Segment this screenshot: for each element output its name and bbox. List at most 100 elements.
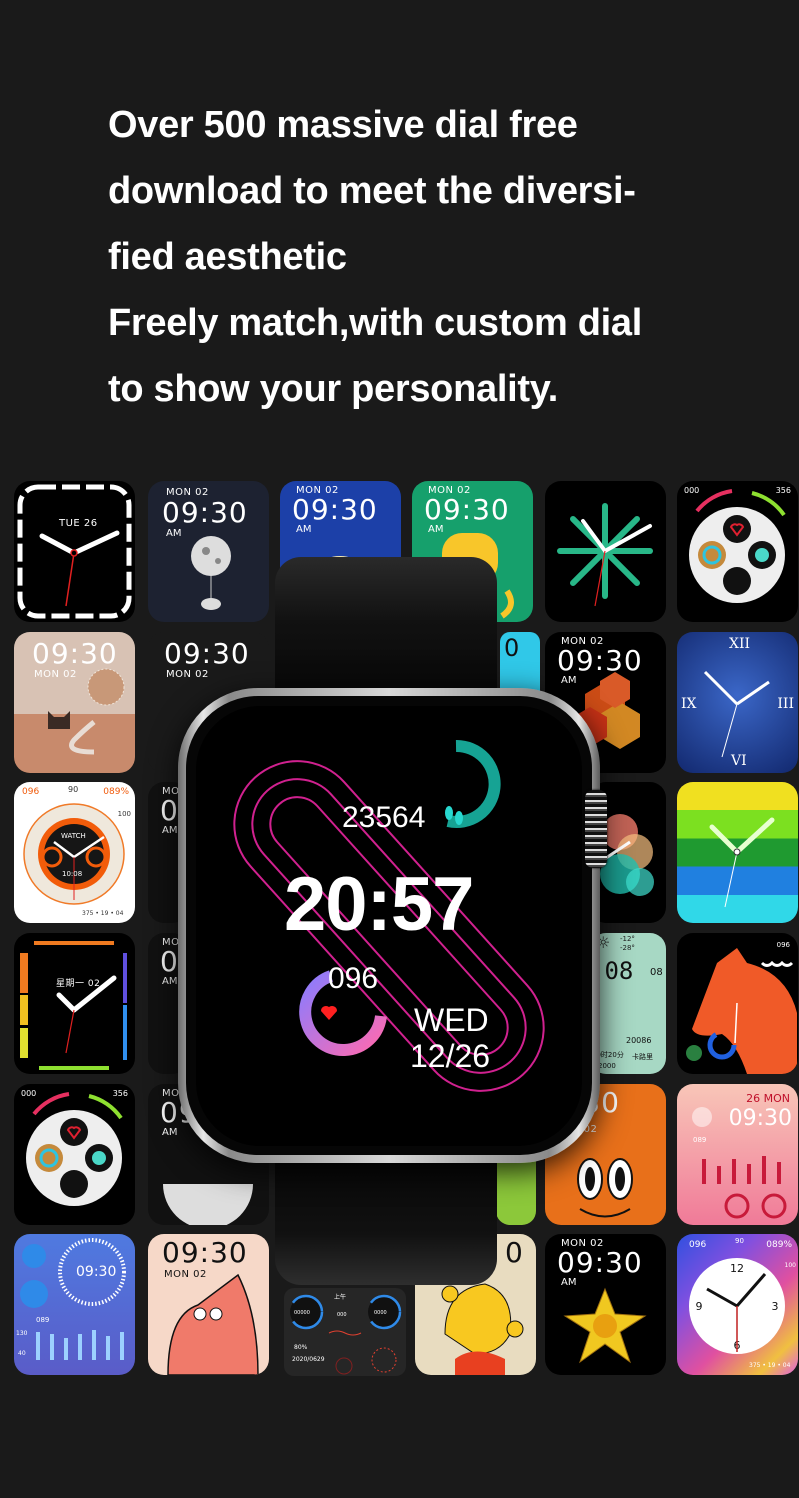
dial-infograph-2[interactable]: 000 356 [14, 1084, 135, 1225]
dial-time: 09:30 [162, 496, 248, 529]
dial-ultra-orange[interactable]: 096 90 089% WATCH 10:08 100 375 • 19 • 0… [14, 782, 135, 923]
weekday: WED [414, 1002, 489, 1038]
dial-right-value: 100 [784, 1262, 796, 1269]
dial-ampm: AM [166, 528, 182, 539]
headline-line: to show your personality. [108, 368, 558, 410]
temp-low: -28° [620, 944, 635, 952]
dial-bottom-value: 375 • 19 • 04 [749, 1362, 791, 1369]
headline-line: Freely match,with custom dial [108, 302, 642, 344]
dial-time: 09:30 [557, 644, 643, 677]
music-clock-icon [20, 1238, 126, 1360]
dial-date: MON 02 [164, 1269, 207, 1280]
dial-ampm: AM [162, 1127, 178, 1138]
steps-count: 23564 [342, 801, 426, 834]
dial-seconds: 08 [650, 967, 663, 978]
date: 12/26 [410, 1038, 491, 1074]
dial-left-value: 000 [684, 486, 700, 495]
dial-ampm: AM [162, 976, 178, 987]
dial-time: 09:30 [76, 1264, 117, 1280]
svg-text:3: 3 [772, 1300, 779, 1313]
dial-right-value: 356 [112, 1089, 128, 1098]
dial-ampm: AM [428, 524, 444, 535]
dial-scale-low: 40 [18, 1350, 26, 1357]
headline: Over 500 massive dial free download to m… [108, 92, 748, 422]
dial-time: 09:30 [164, 637, 250, 670]
dial-date: TUE 26 [59, 518, 98, 529]
dial-pink-health[interactable]: 26 MON 09:30 089 [677, 1084, 798, 1225]
dial-rainbow-numeral[interactable]: 星期一 02 [14, 933, 135, 1074]
rainbow-hands-icon [20, 941, 127, 1070]
dial-battery: 089% [103, 787, 129, 797]
dial-numeral-3: III [777, 696, 794, 712]
dial-time: 09:30 [424, 493, 510, 526]
dial-left-value: 000 [21, 1089, 37, 1098]
horse-icon [686, 948, 797, 1074]
dial-date: MON 02 [34, 669, 77, 680]
dial-bottom-value: 375 • 19 • 04 [82, 910, 124, 917]
dial-partial-digit: 0 [504, 634, 520, 662]
dial-numeral-6: VI [731, 753, 747, 769]
dial-horse[interactable]: 096 [677, 933, 798, 1074]
dial-ampm: AM [561, 675, 577, 686]
burst-icon [557, 503, 653, 607]
steps-ring [446, 739, 501, 828]
dial-ampm: AM [296, 524, 312, 535]
dial-numeral-12: XII [729, 636, 751, 652]
headline-line: Over 500 massive dial free [108, 104, 578, 146]
dial-left-value: 00000 [294, 1310, 310, 1316]
dial-partial-digit: 0 [505, 1236, 524, 1269]
dial-numeral-black[interactable]: TUE 26 [14, 481, 135, 622]
dial-label: WATCH [61, 832, 86, 840]
dial-battery: 089% [766, 1240, 792, 1250]
dial-ampm: AM [162, 825, 178, 836]
dial-steps: 20086 [626, 1036, 652, 1045]
svg-text:9: 9 [696, 1300, 703, 1313]
dial-pink-starfish[interactable]: 09:30 MON 02 [148, 1234, 269, 1375]
digital-crown[interactable] [585, 790, 607, 868]
dial-battery: 80% [294, 1344, 308, 1351]
dial-time: 09:30 [292, 493, 378, 526]
dial-mid-value: 000 [337, 1312, 347, 1318]
dial-daffodil[interactable]: MON 02 09:30 AM [545, 1234, 666, 1375]
dial-stripes[interactable] [677, 782, 798, 923]
dial-date: 2020/0629 [292, 1356, 325, 1363]
dial-time: 0 [160, 794, 179, 827]
dial-hr: 096 [689, 1240, 707, 1250]
dial-ampm: 上午 [334, 1294, 347, 1301]
watch-screen[interactable]: 23564 20:57 096 WED 12/26 [196, 706, 582, 1146]
dial-numeral-9: IX [681, 696, 697, 712]
dial-time: 09:30 [162, 1236, 248, 1269]
dial-time: 0 [160, 945, 179, 978]
headline-line: download to meet the diversi- [108, 170, 636, 212]
ultra-compass-icon [23, 803, 125, 905]
dial-roman-blue[interactable]: XII III VI IX [677, 632, 798, 773]
dial-infograph[interactable]: 000 356 [677, 481, 798, 622]
dial-cat-desert[interactable]: 09:30 MON 02 [14, 632, 135, 773]
dial-date: 星期一 02 [56, 979, 101, 989]
dial-hr: 096 [776, 941, 790, 949]
svg-text:12: 12 [730, 1262, 744, 1275]
dial-sub-time: 10:08 [62, 870, 83, 878]
dial-moon-balloon[interactable]: MON 02 09:30 AM [148, 481, 269, 622]
analog-numbers-icon: 12369 [689, 1258, 785, 1354]
watch-time: 20:57 [284, 862, 474, 947]
dial-dashboard[interactable]: 上午 00000 000 0000 80% 2020/0629 [284, 1288, 406, 1376]
infograph-icon [26, 1092, 123, 1206]
dial-time: 09:30 [32, 637, 118, 670]
infograph-icon [689, 489, 786, 603]
dial-cal-label: 卡路里 [632, 1053, 653, 1061]
health-bars-icon [692, 1107, 787, 1219]
dial-right-value: 0000 [374, 1310, 387, 1316]
dial-scale-high: 130 [16, 1330, 28, 1337]
headline-line: fied aesthetic [108, 236, 347, 278]
dial-lime-partial[interactable] [496, 1155, 536, 1225]
dial-lcd-retro[interactable]: ☼ -12° -28° :08 08 20086 20时20分 卡路里 2000 [590, 933, 666, 1074]
dial-ampm: AM [561, 1277, 577, 1288]
dial-blue-music[interactable]: 09:30 089 130 40 [14, 1234, 135, 1375]
dial-date: MON 02 [166, 669, 209, 680]
dial-green-burst[interactable] [545, 481, 666, 622]
dial-rainbow-analog[interactable]: 12369 096 90 089% 100 375 • 19 • 04 [677, 1234, 798, 1375]
temp-high: -12° [620, 935, 635, 943]
heart-icon [321, 1006, 337, 1020]
dial-hr: 089 [36, 1316, 50, 1324]
